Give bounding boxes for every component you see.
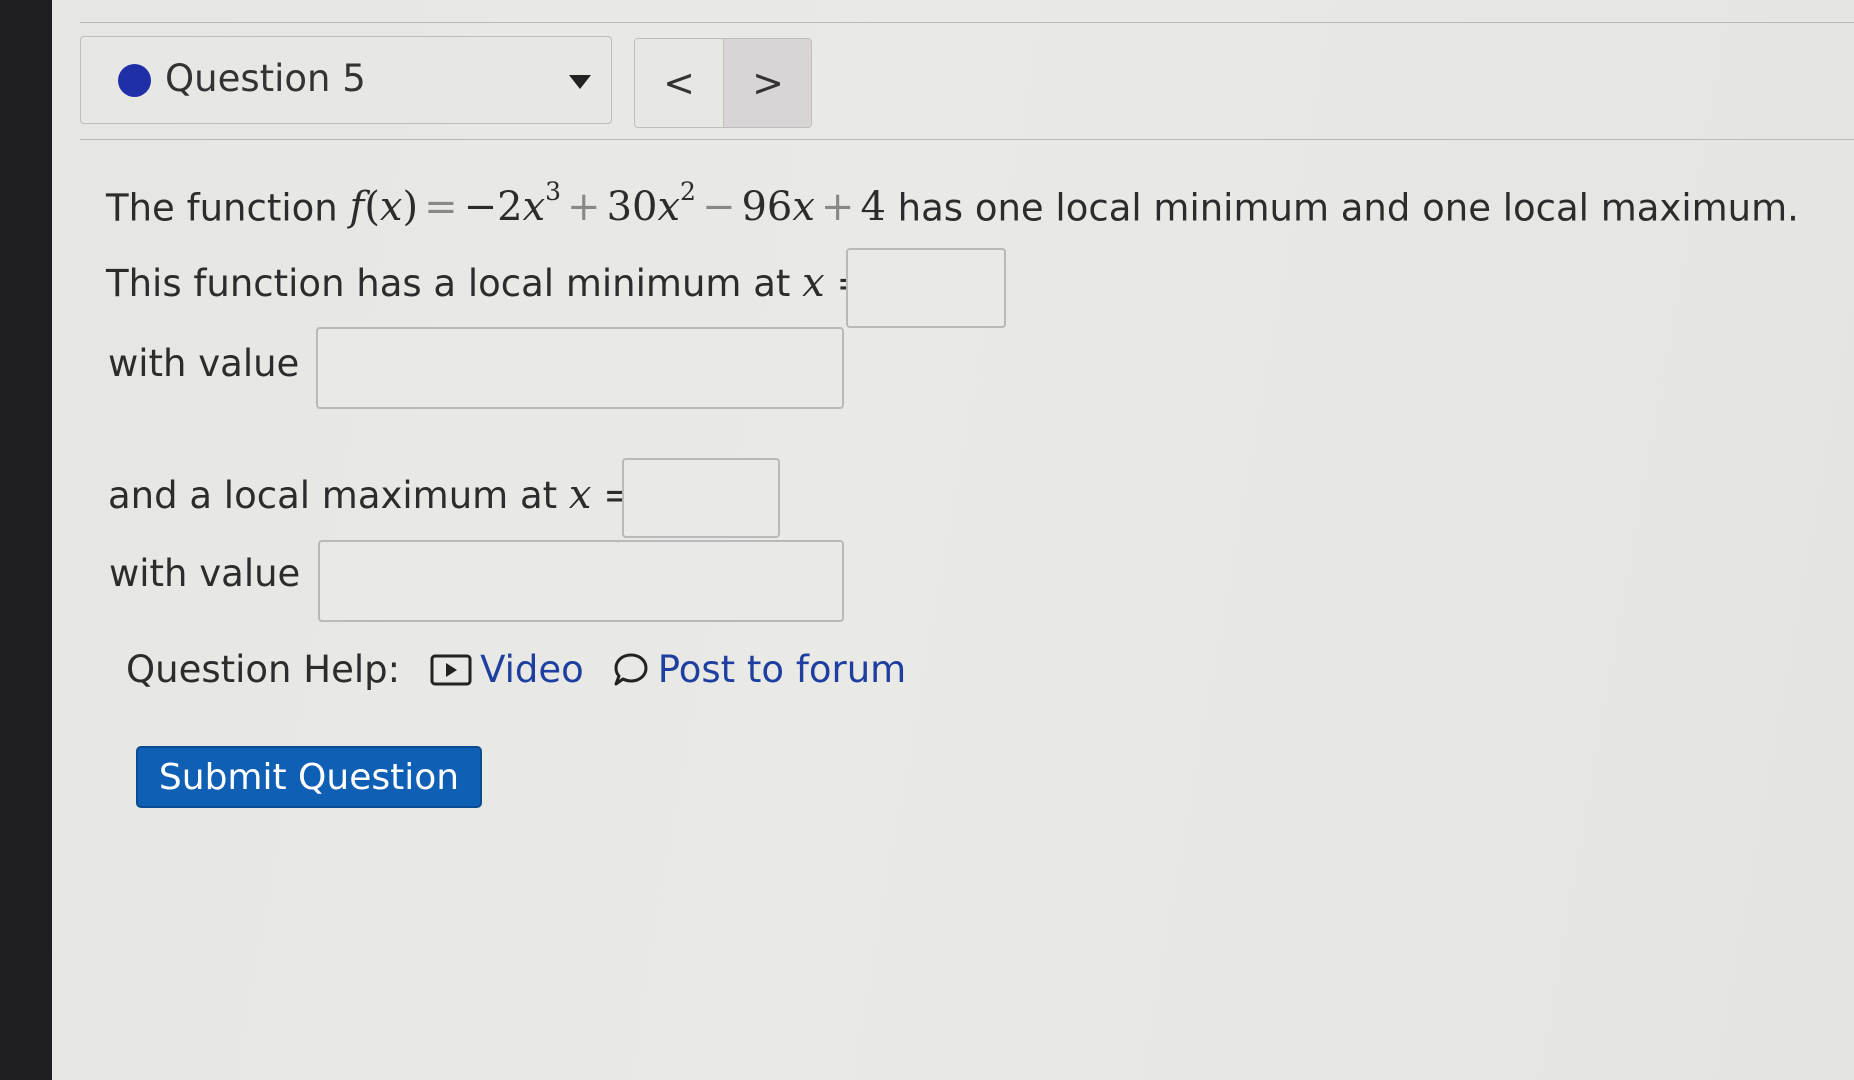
term3-variable: x <box>792 184 815 231</box>
chevron-right-icon: > <box>752 61 784 105</box>
minus-sign: − <box>701 184 736 231</box>
question-nav: < > <box>634 38 812 128</box>
header-divider <box>80 139 1854 140</box>
question-help: Question Help: Video Post to forum <box>126 648 934 691</box>
function-expression: f(x) = −2x3 +30x2−96x +4 <box>349 177 886 231</box>
max-variable: x <box>568 472 592 518</box>
min-value-input[interactable] <box>316 327 844 409</box>
next-question-button[interactable]: > <box>724 39 811 127</box>
equals-sign: = <box>424 184 458 231</box>
plus-sign: + <box>820 184 855 231</box>
question-status-dot-icon <box>118 64 151 97</box>
term1-variable: x <box>522 184 546 231</box>
term2-variable: x <box>657 184 681 231</box>
term3-coefficient: 96 <box>741 184 793 231</box>
min-variable: x <box>802 260 825 306</box>
speech-bubble-icon <box>614 653 648 685</box>
previous-question-button[interactable]: < <box>635 39 724 127</box>
max-prompt: and a local maximum at x = <box>108 472 634 518</box>
forum-link[interactable]: Post to forum <box>612 648 906 691</box>
plus-sign: + <box>567 184 601 231</box>
top-divider <box>80 22 1854 23</box>
function-name: f <box>349 184 365 231</box>
problem-intro: The function <box>106 186 338 230</box>
min-x-input[interactable] <box>846 248 1006 328</box>
max-value-input[interactable] <box>318 540 844 622</box>
constant-term: 4 <box>860 184 886 231</box>
min-prompt-text: This function has a local minimum at <box>106 262 791 305</box>
dropdown-caret-icon[interactable] <box>569 75 591 89</box>
function-variable: x <box>379 184 403 231</box>
submit-question-button[interactable]: Submit Question <box>136 746 482 808</box>
chevron-left-icon: < <box>663 61 695 105</box>
term1-coefficient: −2 <box>463 184 523 231</box>
term2-coefficient: 30 <box>606 184 658 231</box>
problem-statement: The function f(x) = −2x3 +30x2−96x +4 has on… <box>106 177 1799 231</box>
forum-link-label: Post to forum <box>657 648 907 691</box>
video-icon <box>430 654 472 685</box>
max-value-label: with value <box>109 552 301 595</box>
question-help-label: Question Help: <box>126 648 401 691</box>
max-prompt-text: and a local maximum at <box>108 474 558 517</box>
min-prompt: This function has a local minimum at x = <box>106 260 867 306</box>
browser-screen: Question 5 < > The function f(x) = −2x3 +30… <box>52 0 1854 1080</box>
video-link[interactable]: Video <box>430 648 584 691</box>
video-link-label: Video <box>480 648 584 691</box>
problem-statement-end: has one local minimum and one local maxi… <box>897 186 1799 230</box>
max-x-input[interactable] <box>622 458 780 538</box>
term2-exponent: 2 <box>680 177 696 206</box>
min-value-label: with value <box>108 342 300 385</box>
question-selector[interactable]: Question 5 <box>80 36 612 124</box>
term1-exponent: 3 <box>545 177 562 206</box>
question-selector-label: Question 5 <box>165 57 366 100</box>
